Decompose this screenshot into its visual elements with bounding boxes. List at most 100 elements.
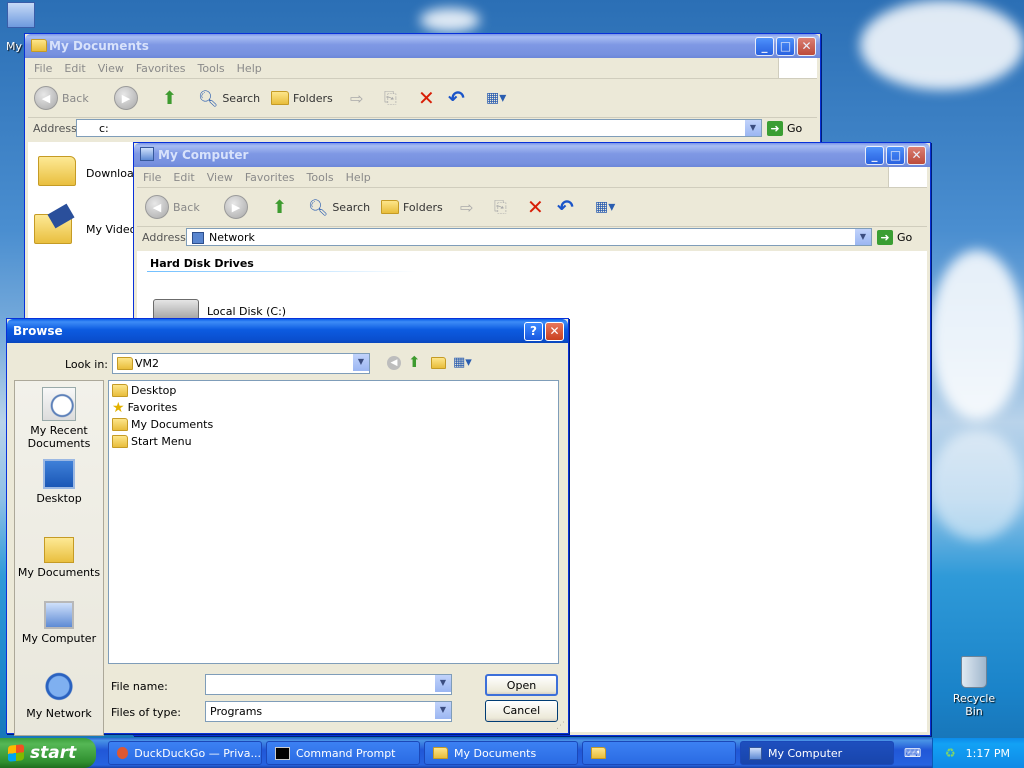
- list-item[interactable]: My Documents: [112, 418, 213, 431]
- view-menu-icon[interactable]: ▦▾: [453, 355, 472, 370]
- chevron-down-icon[interactable]: ▼: [744, 120, 761, 136]
- up-button[interactable]: ⬆: [162, 85, 177, 111]
- minimize-button[interactable]: _: [865, 146, 884, 165]
- undo-icon[interactable]: ↶: [448, 85, 465, 111]
- move-to-icon[interactable]: ⇨: [460, 194, 473, 220]
- cancel-button[interactable]: Cancel: [485, 700, 558, 722]
- open-button[interactable]: Open: [485, 674, 558, 696]
- taskbar-label: My Documents: [454, 746, 537, 760]
- views-icon[interactable]: ▦▾: [595, 194, 615, 220]
- close-button[interactable]: ✕: [907, 146, 926, 165]
- place-desktop[interactable]: Desktop: [15, 459, 103, 505]
- back-button[interactable]: ◀ Back: [145, 194, 200, 220]
- address-input[interactable]: c: ▼: [76, 119, 762, 137]
- menu-help[interactable]: Help: [340, 167, 377, 184]
- go-button[interactable]: ➜ Go: [767, 121, 802, 136]
- place-my-documents[interactable]: My Documents: [15, 531, 103, 579]
- search-button[interactable]: 🔍︎ Search: [198, 85, 260, 111]
- recycle-bin-icon: [961, 656, 987, 688]
- list-item[interactable]: ★ Favorites: [112, 401, 177, 415]
- minimize-button[interactable]: _: [755, 37, 774, 56]
- start-button[interactable]: start: [0, 738, 96, 768]
- undo-icon[interactable]: ↶: [557, 194, 574, 220]
- cloud: [420, 8, 480, 32]
- forward-button[interactable]: ▶: [224, 194, 248, 220]
- close-button[interactable]: ✕: [545, 322, 564, 341]
- menu-file[interactable]: File: [28, 58, 58, 75]
- chevron-down-icon[interactable]: ▼: [434, 702, 451, 719]
- views-icon[interactable]: ▦▾: [486, 85, 506, 111]
- delete-icon[interactable]: ✕: [418, 85, 435, 111]
- menu-tools[interactable]: Tools: [301, 167, 340, 184]
- chevron-down-icon[interactable]: ▼: [352, 354, 369, 371]
- menu-file[interactable]: File: [137, 167, 167, 184]
- tray-icon[interactable]: ♻: [945, 746, 956, 760]
- menu-help[interactable]: Help: [231, 58, 268, 75]
- copy-to-icon[interactable]: ⎘: [384, 85, 397, 111]
- address-value: Network: [209, 231, 255, 244]
- desktop-icon-top-left[interactable]: My: [6, 2, 36, 53]
- address-input[interactable]: Network ▼: [186, 228, 872, 246]
- folders-button[interactable]: Folders: [271, 85, 333, 111]
- taskbar-label: DuckDuckGo — Priva...: [134, 746, 261, 760]
- go-button[interactable]: ➜ Go: [877, 230, 912, 245]
- menu-tools[interactable]: Tools: [192, 58, 231, 75]
- resize-grip[interactable]: ⋰: [556, 721, 565, 731]
- taskbar-button-my-computer[interactable]: My Computer: [740, 741, 894, 765]
- up-button[interactable]: ⬆: [272, 194, 287, 220]
- back-arrow-icon: ◀: [145, 195, 169, 219]
- taskbar-button-my-documents[interactable]: My Documents: [424, 741, 578, 765]
- help-button[interactable]: ?: [524, 322, 543, 341]
- copy-to-icon[interactable]: ⎘: [494, 194, 507, 220]
- folders-label: Folders: [403, 200, 443, 214]
- file-name-field[interactable]: ▼: [205, 674, 452, 695]
- chevron-down-icon[interactable]: ▼: [434, 675, 451, 692]
- place-my-network[interactable]: My Network: [15, 672, 103, 720]
- look-in-select[interactable]: VM2 ▼: [112, 353, 370, 374]
- go-arrow-icon: ➜: [767, 121, 783, 136]
- address-label: Address: [142, 231, 186, 244]
- search-button[interactable]: 🔍︎ Search: [308, 194, 370, 220]
- item-label: Desktop: [131, 384, 177, 397]
- my-network-icon: [43, 672, 75, 704]
- list-item[interactable]: Desktop: [112, 384, 176, 397]
- menu-view[interactable]: View: [201, 167, 239, 184]
- move-to-icon[interactable]: ⇨: [350, 85, 363, 111]
- place-my-computer[interactable]: My Computer: [15, 601, 103, 645]
- list-item[interactable]: Start Menu: [112, 435, 192, 448]
- up-folder-icon[interactable]: ⬆: [408, 353, 421, 371]
- title-bar[interactable]: My Computer _ □ ✕: [134, 143, 930, 167]
- taskbar-button-duckduckgo[interactable]: DuckDuckGo — Priva...: [108, 741, 262, 765]
- files-of-type-select[interactable]: Programs ▼: [205, 701, 452, 722]
- title-bar[interactable]: My Documents _ □ ✕: [25, 34, 820, 58]
- address-bar: Address Network ▼ ➜ Go: [137, 227, 927, 249]
- clock[interactable]: 1:17 PM: [966, 747, 1010, 760]
- menu-favorites[interactable]: Favorites: [239, 167, 301, 184]
- menu-edit[interactable]: Edit: [58, 58, 91, 75]
- maximize-button[interactable]: □: [886, 146, 905, 165]
- my-computer-icon: [44, 601, 74, 629]
- menu-edit[interactable]: Edit: [167, 167, 200, 184]
- recycle-bin[interactable]: Recycle Bin: [944, 656, 1004, 718]
- back-icon[interactable]: ◀: [387, 356, 401, 370]
- go-arrow-icon: ➜: [877, 230, 893, 245]
- folders-button[interactable]: Folders: [381, 194, 443, 220]
- place-recent-documents[interactable]: My Recent Documents: [15, 387, 103, 450]
- menu-favorites[interactable]: Favorites: [130, 58, 192, 75]
- menu-view[interactable]: View: [92, 58, 130, 75]
- folders-label: Folders: [293, 91, 333, 105]
- folder-icon: [112, 435, 128, 448]
- forward-button[interactable]: ▶: [114, 85, 138, 111]
- back-button[interactable]: ◀ Back: [34, 85, 89, 111]
- taskbar-button-command-prompt[interactable]: Command Prompt: [266, 741, 420, 765]
- title-bar[interactable]: Browse ? ✕: [7, 319, 568, 343]
- keyboard-icon[interactable]: ⌨: [904, 746, 921, 760]
- places-bar: My Recent Documents Desktop My Documents…: [14, 380, 104, 736]
- taskbar: start DuckDuckGo — Priva... Command Prom…: [0, 738, 1024, 768]
- taskbar-button-folder[interactable]: [582, 741, 736, 765]
- maximize-button[interactable]: □: [776, 37, 795, 56]
- delete-icon[interactable]: ✕: [527, 194, 544, 220]
- new-folder-icon[interactable]: [431, 356, 446, 369]
- chevron-down-icon[interactable]: ▼: [854, 229, 871, 245]
- close-button[interactable]: ✕: [797, 37, 816, 56]
